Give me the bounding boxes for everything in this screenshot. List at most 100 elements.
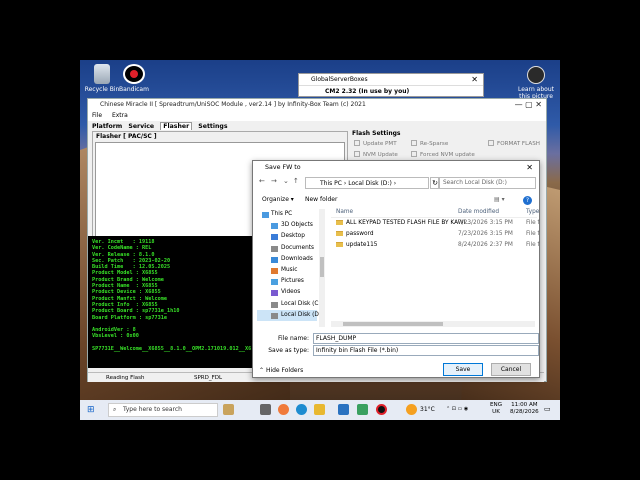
app-icon[interactable] [338, 404, 349, 415]
file-name: ALL KEYPAD TESTED FLASH FILE BY KAWI... [336, 218, 471, 229]
cancel-button[interactable]: Cancel [491, 363, 531, 376]
temperature[interactable]: 31°C [420, 406, 435, 413]
close-icon[interactable]: ✕ [526, 161, 533, 175]
learn-picture-icon[interactable]: Learn about this picture [516, 66, 556, 100]
forced-nvm-update-checkbox[interactable]: Forced NVM update [411, 151, 475, 158]
tree-item[interactable]: Downloads [257, 254, 317, 265]
app-icon-2[interactable] [357, 404, 368, 415]
tree-item[interactable]: Documents [257, 243, 317, 254]
file-row[interactable]: password 7/23/2026 3:15 PM File f [331, 229, 540, 240]
gs-row[interactable]: CM2 2.32 (In use by you) [299, 86, 483, 97]
address-bar[interactable]: This PC › Local Disk (D:) › [305, 177, 429, 189]
tab-platform[interactable]: Platform [92, 123, 122, 130]
tab-settings[interactable]: Settings [198, 123, 227, 130]
file-type: File f [526, 220, 540, 226]
tree-item-label: Local Disk (D:) [281, 311, 324, 318]
taskbar-search[interactable]: ⌕ Type here to search [108, 403, 218, 417]
organize-button[interactable]: Organize ▾ [262, 194, 294, 206]
chevron-down-icon[interactable]: ⌄ [283, 177, 289, 185]
format-flash-checkbox[interactable]: FORMAT FLASH [488, 140, 540, 147]
re-sparse-checkbox[interactable]: Re-Sparse [411, 140, 448, 147]
files-scrollbar[interactable] [331, 321, 535, 327]
tree-item-icon [271, 256, 278, 263]
global-server-window[interactable]: GlobalServerBoxes ✕ CM2 2.32 (In use by y… [298, 73, 484, 97]
folder-icon [336, 231, 343, 236]
save-type-select[interactable]: Infinity bin Flash File (*.bin) [313, 345, 539, 356]
file-row[interactable]: ALL KEYPAD TESTED FLASH FILE BY KAWI... 7… [331, 218, 540, 229]
flash-settings: Flash Settings [352, 130, 542, 164]
edge-icon[interactable] [296, 404, 307, 415]
tree-item-icon [271, 312, 278, 319]
tree-item[interactable]: 3D Objects [257, 220, 317, 231]
save-type-label: Save as type: [268, 347, 309, 354]
forward-arrow-icon[interactable]: → [271, 177, 277, 185]
window-controls-icon[interactable]: — ▢ ✕ [515, 99, 542, 111]
view-options-icon[interactable]: ▤ ▾ [494, 194, 505, 206]
language-indicator[interactable]: ENG UK [490, 402, 502, 416]
tree-item-icon [271, 234, 278, 241]
tree-item-icon [271, 279, 278, 286]
tab-service[interactable]: Service [128, 123, 154, 130]
nvm-update-checkbox[interactable]: NVM Update [354, 151, 398, 158]
tree-item[interactable]: Local Disk (D:) [257, 309, 323, 321]
tree-item-label: Desktop [281, 233, 305, 240]
tree-scrollbar[interactable] [319, 209, 325, 327]
update-pmt-checkbox[interactable]: Update PMT [354, 140, 397, 147]
up-arrow-icon[interactable]: ↑ [293, 177, 299, 185]
bandicam-taskbar-icon[interactable] [376, 404, 387, 415]
breadcrumb-local-disk[interactable]: Local Disk (D:) [348, 180, 392, 187]
help-icon[interactable]: ? [523, 196, 532, 205]
menu-file[interactable]: File [92, 112, 102, 119]
file-name-input[interactable]: FLASH_DUMP [313, 333, 539, 344]
tree-item-icon [271, 290, 278, 297]
task-view-icon[interactable] [260, 404, 271, 415]
close-icon[interactable]: ✕ [471, 74, 478, 86]
taskbar: ⊞ ⌕ Type here to search 31°C ⌃ ⊡ ▭ ◉ ENG… [80, 400, 560, 420]
file-explorer-icon[interactable] [314, 404, 325, 415]
clock[interactable]: 11:00 AM 8/28/2026 [510, 402, 539, 416]
dog-icon [223, 404, 234, 415]
tree-item[interactable]: This PC [257, 209, 317, 220]
tree-item-label: 3D Objects [281, 222, 313, 229]
tree-item-label: Documents [281, 244, 315, 251]
navigation-tree[interactable]: This PC 3D Objects Desktop Documents Downloa… [257, 209, 323, 329]
bandicam-icon[interactable]: Bandicam [114, 64, 154, 93]
flasher-label: Flasher [ PAC/SC ] [96, 133, 157, 140]
file-row[interactable]: update115 8/24/2026 2:37 PM File f [331, 240, 540, 251]
file-name: update115 [336, 240, 378, 251]
tree-item[interactable]: Videos [257, 287, 317, 298]
back-arrow-icon[interactable]: ← [259, 177, 265, 185]
file-date: 8/24/2026 2:37 PM [458, 242, 513, 248]
cm-title: Chinese Miracle II [ Spreadtrum/UniSOC M… [100, 101, 366, 108]
notification-icon[interactable]: ▭ [544, 405, 551, 413]
copilot-icon[interactable] [278, 404, 289, 415]
tree-item-icon [271, 267, 278, 274]
menu-extra[interactable]: Extra [112, 112, 128, 119]
tree-item[interactable]: Pictures [257, 276, 317, 287]
breadcrumb-this-pc[interactable]: This PC [320, 180, 342, 187]
folder-icon [336, 220, 343, 225]
windows-start-icon[interactable]: ⊞ [87, 405, 95, 415]
bandicam-label: Bandicam [119, 86, 149, 93]
log-console: Ver. Incmt : 19118 Ver. CodeName : REL Ver… [88, 236, 256, 368]
file-name-label: File name: [278, 335, 309, 342]
col-type[interactable]: Type [526, 207, 539, 218]
tab-flasher[interactable]: Flasher [160, 122, 193, 130]
search-input[interactable]: Search Local Disk (D:) [438, 177, 536, 189]
tree-item[interactable]: Desktop [257, 231, 317, 242]
file-list[interactable]: Name Date modified Type ALL KEYPAD TESTE… [331, 207, 540, 323]
save-button[interactable]: Save [443, 363, 483, 376]
col-date[interactable]: Date modified [458, 207, 499, 218]
file-name: password [336, 229, 374, 240]
tree-item-label: This PC [271, 211, 293, 217]
file-date: 7/23/2026 3:15 PM [458, 220, 513, 226]
tree-item-label: Music [281, 266, 298, 273]
col-name[interactable]: Name [336, 207, 353, 218]
tray-icons[interactable]: ⌃ ⊡ ▭ ◉ [446, 406, 468, 412]
new-folder-button[interactable]: New folder [305, 194, 337, 206]
tree-item[interactable]: Local Disk (C:) [257, 299, 323, 310]
tree-item[interactable]: Music [257, 265, 317, 276]
flash-settings-heading: Flash Settings [352, 130, 401, 137]
hide-folders-button[interactable]: ⌃ Hide Folders [259, 367, 303, 374]
tree-item-icon [271, 301, 278, 308]
